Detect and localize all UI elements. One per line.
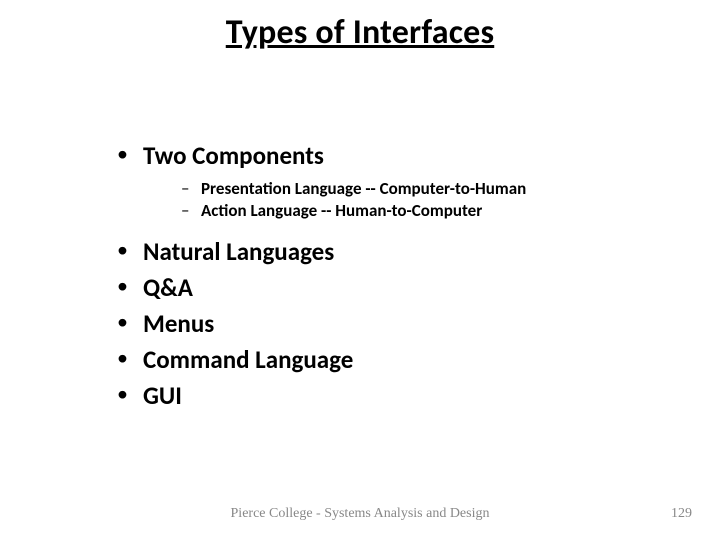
bullet-text: Natural Languages	[143, 236, 334, 267]
bullet-text: Command Language	[143, 344, 353, 375]
slide-footer: Pierce College - Systems Analysis and De…	[0, 506, 720, 522]
bullet-text: GUI	[143, 380, 182, 411]
bullet-item: Two Components Presentation Language -- …	[115, 140, 660, 222]
slide: Types of Interfaces Two Components Prese…	[0, 0, 720, 540]
sub-bullet-item: Action Language -- Human-to-Computer	[181, 200, 660, 222]
bullet-item: Natural Languages	[115, 236, 660, 268]
bullet-text: Menus	[143, 308, 214, 339]
bullet-text: Q&A	[143, 272, 193, 303]
slide-content: Two Components Presentation Language -- …	[115, 140, 660, 416]
slide-title: Types of Interfaces	[0, 12, 720, 53]
bullet-item: Q&A	[115, 272, 660, 304]
bullet-item: GUI	[115, 380, 660, 412]
bullet-item: Command Language	[115, 344, 660, 376]
sub-bullet-list: Presentation Language -- Computer-to-Hum…	[143, 178, 660, 222]
sub-bullet-text: Presentation Language -- Computer-to-Hum…	[201, 178, 526, 199]
page-number: 129	[671, 506, 692, 522]
sub-bullet-text: Action Language -- Human-to-Computer	[201, 200, 482, 221]
bullet-list: Two Components Presentation Language -- …	[115, 140, 660, 412]
bullet-text: Two Components	[143, 140, 324, 171]
bullet-item: Menus	[115, 308, 660, 340]
sub-bullet-item: Presentation Language -- Computer-to-Hum…	[181, 178, 660, 200]
